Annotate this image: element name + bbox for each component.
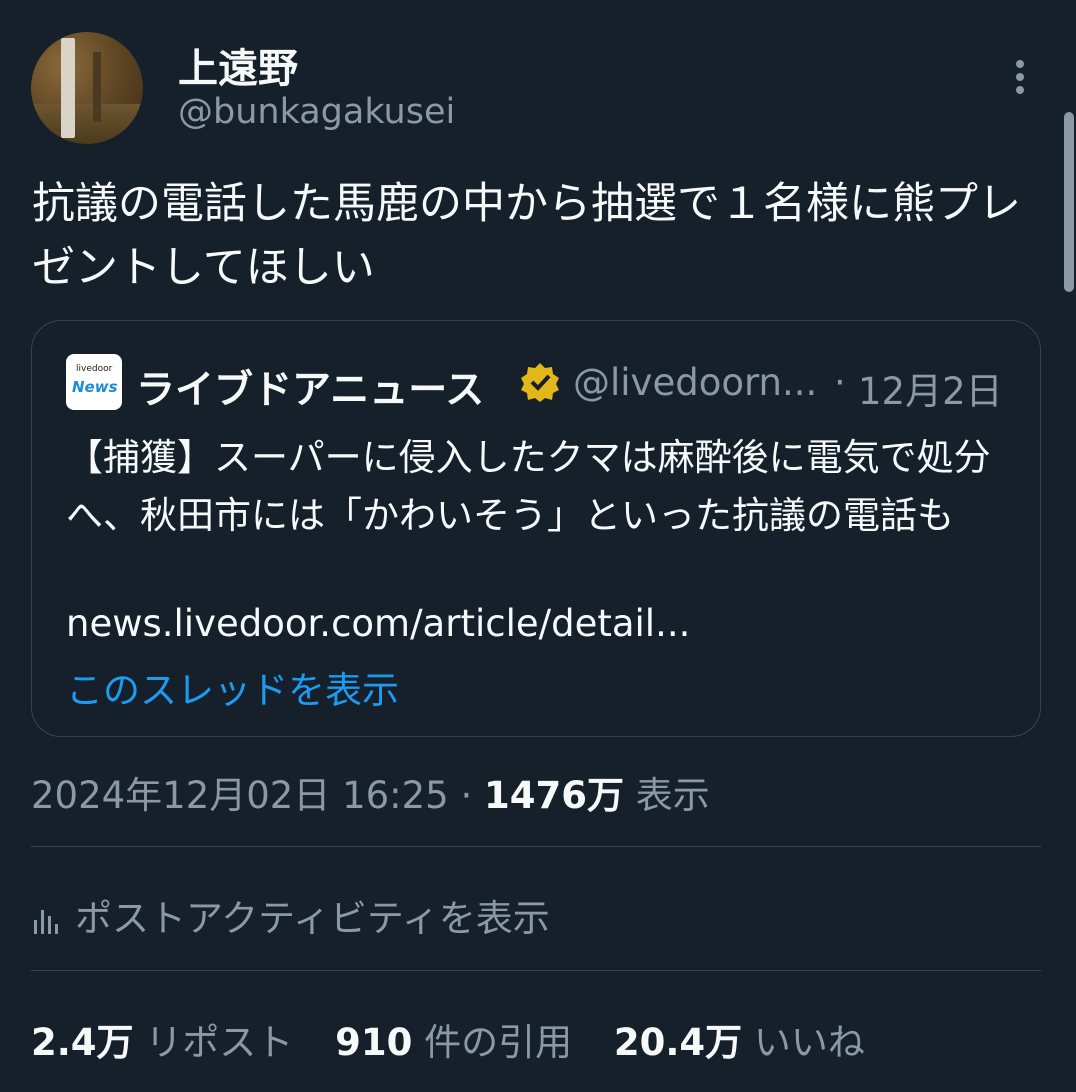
quoted-author-handle: @livedoorn...	[573, 361, 818, 404]
meta-separator: ·	[448, 774, 485, 817]
views-label: 表示	[624, 774, 710, 817]
tweet-meta: 2024年12月02日 16:25 · 1476万 表示	[31, 765, 710, 819]
likes-label: いいね	[742, 1021, 865, 1064]
author-display-name[interactable]: 上遠野	[178, 36, 298, 94]
avatar[interactable]	[31, 32, 143, 144]
quotes-label: 件の引用	[412, 1021, 573, 1064]
author-handle[interactable]: @bunkagakusei	[178, 92, 455, 132]
livedoor-news-logo: livedoor News	[66, 354, 122, 410]
quotes-stat[interactable]: 910 件の引用	[335, 1021, 572, 1064]
quoted-author-name: ライブドアニュース	[136, 368, 485, 413]
quoted-separator: ·	[834, 361, 846, 404]
logo-text-line2: News	[72, 378, 118, 396]
reposts-stat[interactable]: 2.4万 リポスト	[31, 1021, 293, 1064]
bar-chart-icon	[34, 909, 58, 934]
tweet-text: 抗議の電話した馬鹿の中から抽選で１名様に熊プレゼントしてほしい	[32, 179, 1021, 293]
likes-count: 20.4万	[613, 1021, 743, 1064]
post-activity-button[interactable]: ポストアクティビティを表示	[31, 888, 550, 940]
divider	[31, 846, 1041, 847]
quoted-text: 【捕獲】スーパーに侵入したクマは麻酔後に電気で処分へ、秋田市には「かわいそう」と…	[66, 436, 991, 537]
divider	[31, 970, 1041, 971]
more-options-icon[interactable]	[1006, 56, 1034, 100]
quoted-tweet-card[interactable]: livedoor News ライブドアニュース @livedoorn... · …	[31, 320, 1041, 737]
quotes-count: 910	[335, 1021, 413, 1064]
timestamp[interactable]: 2024年12月02日 16:25	[31, 774, 449, 817]
scrollbar[interactable]	[1064, 112, 1074, 292]
verified-badge-icon	[521, 363, 559, 402]
quoted-date: 12月2日	[858, 370, 1003, 413]
reposts-label: リポスト	[133, 1021, 294, 1064]
tweet-detail: 上遠野 @bunkagakusei 抗議の電話した馬鹿の中から抽選で１名様に熊プ…	[0, 0, 1076, 1092]
views-count: 1476万	[484, 774, 624, 817]
show-thread-link[interactable]: このスレッドを表示	[66, 660, 399, 714]
post-activity-label: ポストアクティビティを表示	[75, 897, 550, 940]
logo-text-line1: livedoor	[76, 364, 113, 374]
quoted-link[interactable]: news.livedoor.com/article/detail...	[66, 602, 690, 645]
reposts-count: 2.4万	[31, 1021, 134, 1064]
likes-stat[interactable]: 20.4万 いいね	[614, 1021, 865, 1064]
engagement-stats: 2.4万 リポスト 910 件の引用 20.4万 いいね	[31, 1012, 895, 1066]
